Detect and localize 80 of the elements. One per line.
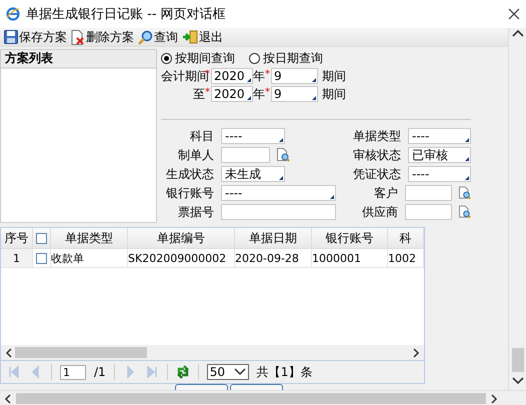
table-cell: SK202009000002 [128, 249, 235, 267]
select-field[interactable]: 未生成 [221, 166, 285, 182]
page-input[interactable]: 1 [60, 364, 86, 380]
table-cell: 收款单 [51, 249, 128, 267]
caret-icon [234, 368, 246, 376]
input-field[interactable] [405, 204, 452, 220]
field-label: 凭证状态 [352, 167, 402, 181]
page-delete-icon [71, 30, 85, 44]
table-cell: 1000001 [312, 249, 388, 267]
row-number: 1 [1, 249, 33, 267]
input-field[interactable] [221, 147, 270, 163]
select-field[interactable]: ---- [221, 185, 336, 201]
search-icon [138, 30, 153, 44]
page-size-select[interactable]: 50 [206, 364, 249, 380]
column-header[interactable]: 科 [388, 228, 424, 248]
panel-header: 方案列表 [1, 50, 156, 69]
scroll-left-icon[interactable] [4, 394, 12, 404]
scrollbar-thumb[interactable] [512, 348, 524, 372]
query-mode-radio[interactable]: 按日期查询 [249, 50, 323, 67]
select-field[interactable]: ---- [408, 166, 471, 182]
column-header[interactable]: 单据日期 [235, 228, 312, 248]
select-field[interactable]: ---- [408, 128, 471, 144]
window-title: 单据生成银行日记账 -- 网页对话框 [26, 6, 227, 23]
lookup-icon[interactable] [458, 205, 471, 219]
required-mark: * [205, 87, 210, 98]
field-label: 供应商 [361, 205, 398, 219]
column-header[interactable]: 银行账号 [312, 228, 388, 248]
input-field[interactable] [405, 185, 452, 201]
column-header[interactable]: 单据类型 [51, 228, 128, 248]
close-icon[interactable] [508, 8, 520, 20]
query-mode-radio[interactable]: 按期间查询 [161, 50, 235, 67]
total-count: 共【1】条 [256, 364, 312, 380]
required-mark: * [265, 87, 270, 98]
field-label: 客户 [373, 186, 398, 200]
save-button[interactable]: 保存方案 [4, 28, 67, 46]
scroll-right-icon[interactable] [490, 394, 498, 404]
field-label: 制单人 [177, 148, 214, 162]
exit-icon [182, 30, 198, 44]
column-header[interactable]: 单据编号 [128, 228, 235, 248]
checkbox[interactable] [36, 252, 47, 264]
scrollbar-thumb[interactable] [15, 347, 147, 358]
scrollbar-thumb[interactable] [16, 393, 486, 404]
scroll-down-icon[interactable] [512, 376, 524, 386]
browser-icon [6, 7, 20, 21]
dialog-button[interactable] [230, 384, 283, 390]
field-label: 单据类型 [352, 129, 402, 143]
field-label: 票据号 [177, 205, 214, 219]
field-label: 年 [253, 68, 265, 84]
lookup-icon[interactable] [277, 148, 290, 162]
search-button[interactable]: 查询 [138, 28, 178, 46]
input-field[interactable] [221, 204, 336, 220]
period-field[interactable]: 9 [271, 86, 318, 102]
refresh-icon[interactable] [176, 365, 190, 379]
scroll-up-icon[interactable] [512, 28, 524, 38]
select-field[interactable]: ---- [221, 128, 285, 144]
scroll-left-icon[interactable] [5, 348, 13, 358]
table-cell: 1002 [388, 249, 424, 267]
scroll-right-icon[interactable] [412, 348, 420, 358]
checkbox[interactable] [36, 232, 47, 244]
floppy-icon [4, 30, 18, 44]
period-field[interactable]: 9 [271, 68, 318, 84]
field-label: 年 [253, 86, 265, 102]
field-label: 审核状态 [352, 148, 402, 162]
field-label: 生成状态 [165, 167, 214, 181]
select-field[interactable]: 已审核 [408, 147, 471, 163]
page-count: /1 [94, 365, 106, 379]
lookup-icon[interactable] [458, 186, 471, 200]
delete-button[interactable]: 删除方案 [71, 28, 134, 46]
table-cell: 2020-09-28 [235, 249, 312, 267]
unit-label: 期间 [322, 68, 346, 84]
field-label: 科目 [189, 129, 214, 143]
year-field[interactable]: 2020 [211, 68, 253, 84]
dialog-button[interactable] [175, 384, 228, 390]
field-label: 至 [192, 86, 205, 102]
exit-button[interactable]: 退出 [182, 28, 223, 46]
required-mark: * [265, 69, 270, 80]
unit-label: 期间 [322, 86, 346, 102]
column-header: 序号 [1, 228, 33, 248]
year-field[interactable]: 2020 [211, 86, 253, 102]
field-label: 银行账号 [165, 186, 214, 200]
